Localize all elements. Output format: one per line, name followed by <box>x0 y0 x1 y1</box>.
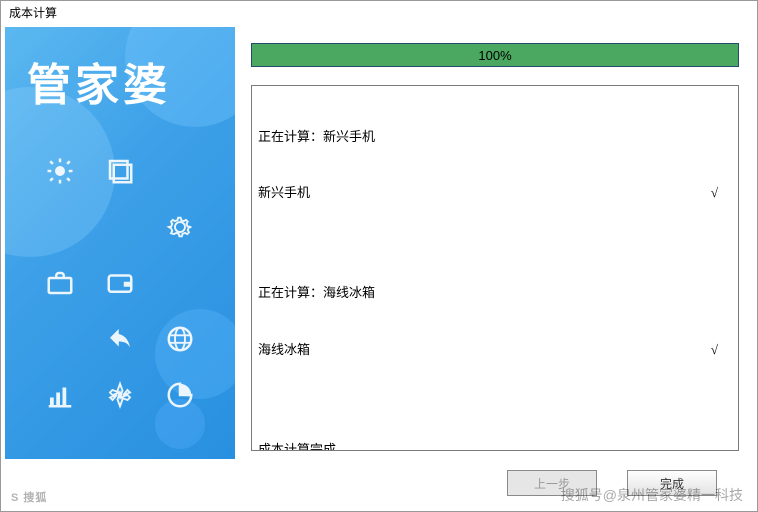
main-panel: 100% 正在计算：新兴手机 新兴手机√ 正在计算：海线冰箱 海线冰箱√ 成本计… <box>243 27 753 459</box>
sun-icon <box>30 143 90 199</box>
progress-bar: 100% <box>251 43 739 67</box>
prev-button[interactable]: 上一步 <box>507 470 597 496</box>
empty-cell <box>90 199 150 255</box>
check-icon: √ <box>711 341 732 360</box>
window-title: 成本计算 <box>1 1 757 23</box>
empty-cell <box>150 143 210 199</box>
bar-chart-icon <box>30 367 90 423</box>
sidebar: 管家婆 <box>5 27 235 459</box>
sidebar-icon-grid <box>5 143 235 423</box>
globe-icon <box>150 311 210 367</box>
log-line: 正在计算：海线冰箱 <box>258 284 732 303</box>
log-line: 正在计算：新兴手机 <box>258 128 732 147</box>
wallet-icon <box>90 255 150 311</box>
spacer <box>258 241 732 247</box>
briefcase-icon <box>30 255 90 311</box>
spacer <box>258 398 732 404</box>
empty-cell <box>150 255 210 311</box>
footer: 上一步 完成 <box>1 463 757 503</box>
brand-logo: 管家婆 <box>5 27 235 113</box>
pie-chart-icon <box>150 367 210 423</box>
check-icon: √ <box>711 184 732 203</box>
empty-cell <box>30 199 90 255</box>
log-line: 成本计算完成。 <box>258 441 732 451</box>
window-body: 管家婆 100% <box>1 23 757 463</box>
watermark-logo: S 搜狐 <box>11 489 47 505</box>
done-button[interactable]: 完成 <box>627 470 717 496</box>
star-icon <box>90 367 150 423</box>
log-line: 海线冰箱√ <box>258 341 732 360</box>
stack-icon <box>90 143 150 199</box>
progress-text: 100% <box>252 44 738 66</box>
log-line: 新兴手机√ <box>258 184 732 203</box>
cost-calc-window: 成本计算 管家婆 <box>0 0 758 512</box>
log-output: 正在计算：新兴手机 新兴手机√ 正在计算：海线冰箱 海线冰箱√ 成本计算完成。 … <box>251 85 739 451</box>
empty-cell <box>30 311 90 367</box>
gear-icon <box>150 199 210 255</box>
undo-icon <box>90 311 150 367</box>
